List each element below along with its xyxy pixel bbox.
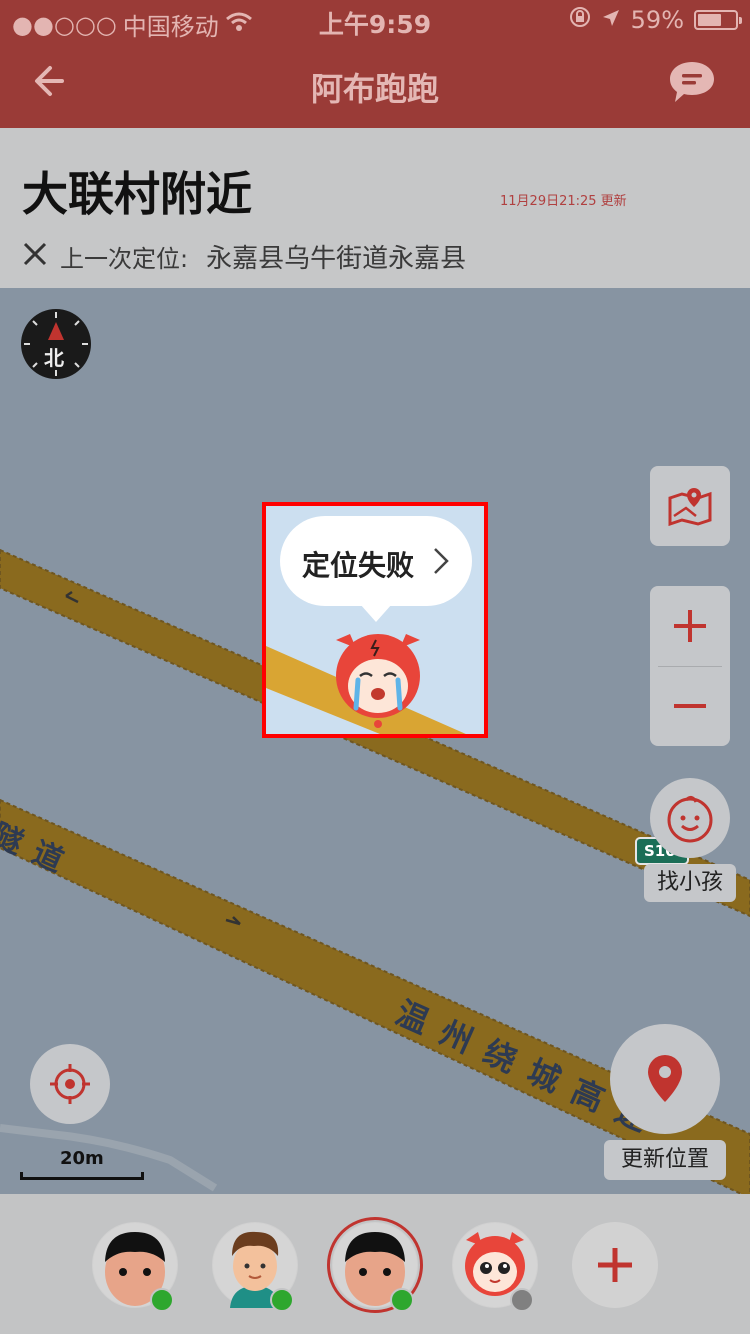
nav-bar: 阿布跑跑 [0,40,750,128]
child-avatar-1[interactable] [92,1222,178,1312]
battery-percent: 59% [630,6,684,34]
update-location-label[interactable]: 更新位置 [604,1140,726,1180]
scale-label: 20m [60,1148,104,1169]
update-location-button[interactable] [610,1024,720,1134]
child-avatar-2[interactable] [212,1222,298,1312]
scale-bar [20,1172,144,1180]
last-location-row: 上一次定位: 永嘉县乌牛街道永嘉县 [22,238,466,275]
my-location-button[interactable] [30,1044,110,1124]
child-switcher-bar [0,1194,750,1334]
chat-bubble-icon[interactable] [668,58,718,108]
location-arrow-icon [601,6,621,34]
plus-icon [598,1248,632,1282]
chevron-right-icon [432,546,450,580]
crying-mascot-icon [336,634,420,728]
location-failed-bubble[interactable]: 定位失败 [280,516,472,622]
last-location-address: 永嘉县乌牛街道永嘉县 [206,244,467,274]
current-place-name: 大联村附近 [22,167,252,221]
zoom-in-button[interactable] [650,586,730,666]
plus-icon [674,610,706,642]
zoom-out-button[interactable] [650,666,730,746]
add-child-button[interactable] [572,1222,658,1308]
location-pin-icon [648,1055,682,1102]
map-pin-icon [668,488,712,526]
map-layer-button[interactable] [650,466,730,546]
child-avatar-4[interactable] [452,1222,538,1312]
map-scale: 20m [20,1144,150,1184]
online-status-dot [150,1288,174,1312]
compass-icon[interactable]: 北 [20,308,92,380]
online-status-dot [390,1288,414,1312]
location-info-panel: 大联村附近 11月29日21:25 更新 上一次定位: 永嘉县乌牛街道永嘉县 [0,128,750,288]
map-view[interactable]: S10 隧道 温州绕城高速 北 找小孩 20m 更新位置 定位失败 [0,288,750,1194]
find-child-button[interactable] [650,778,730,858]
battery-icon [694,10,742,30]
location-failed-text: 定位失败 [302,549,415,582]
location-failed-popup[interactable]: 定位失败 [262,502,488,738]
rotation-lock-icon [569,6,591,34]
page-title: 阿布跑跑 [310,70,439,108]
find-child-label[interactable]: 找小孩 [644,864,736,902]
baby-face-icon [667,795,713,843]
last-location-label: 上一次定位: [60,245,189,273]
crosshair-icon [50,1064,90,1104]
close-icon[interactable] [22,241,48,273]
offline-status-dot [510,1288,534,1312]
child-avatar-3-selected[interactable] [327,1217,423,1313]
online-status-dot [270,1288,294,1312]
status-bar: ●●○○○ 中国移动 上午9:59 59% [0,0,750,41]
compass-north-label: 北 [44,346,64,370]
updated-timestamp: 11月29日21:25 更新 [500,194,627,209]
minus-icon [674,704,706,708]
zoom-control [650,586,730,746]
